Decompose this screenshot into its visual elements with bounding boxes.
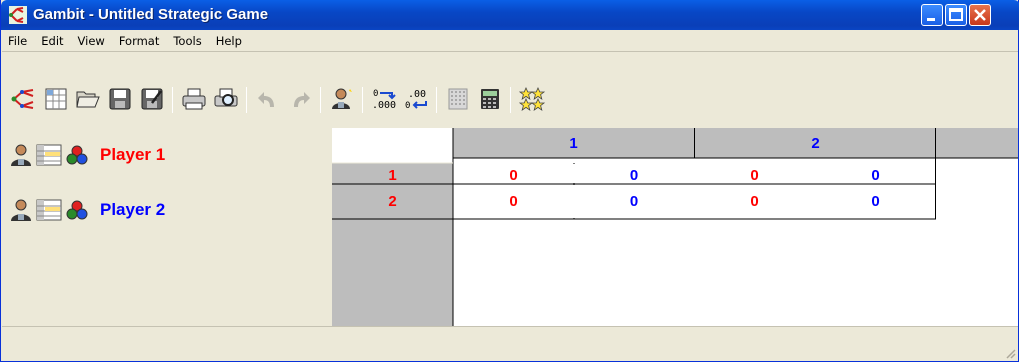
strategy-table-icon[interactable]: [36, 199, 62, 221]
player-person-icon[interactable]: [10, 144, 32, 166]
close-icon: [974, 9, 986, 21]
menu-format[interactable]: Format: [119, 34, 160, 48]
equilibria-button[interactable]: [518, 85, 546, 113]
svg-text:.00: .00: [408, 89, 426, 100]
player-row: Player 1: [10, 140, 165, 170]
menu-tools[interactable]: Tools: [173, 34, 201, 48]
menu-file[interactable]: File: [8, 34, 27, 48]
player-2-name[interactable]: Player 2: [100, 200, 165, 220]
print-preview-button[interactable]: [212, 85, 240, 113]
svg-text:0: 0: [405, 101, 410, 111]
add-player-icon: [332, 88, 352, 109]
decimal-more-button[interactable]: 0.000: [370, 85, 398, 113]
toolbar-separator: [510, 87, 511, 113]
add-player-button[interactable]: [328, 85, 356, 113]
player-color-icon[interactable]: [66, 199, 88, 221]
decimal-less-icon: .000: [405, 89, 427, 111]
maximize-button[interactable]: [945, 4, 967, 26]
redo-icon: [294, 92, 310, 107]
column-strategy-header[interactable]: 1: [453, 128, 694, 158]
payoff-cell-p2[interactable]: 0: [815, 166, 936, 184]
app-window: Gambit - Untitled Strategic Game File Ed…: [0, 0, 1019, 362]
save-icon: [109, 88, 131, 110]
player-1-name[interactable]: Player 1: [100, 145, 165, 165]
player-panel: Player 1 Player 2: [2, 128, 332, 326]
toolbar-separator: [320, 87, 321, 113]
toolbar-separator: [172, 87, 173, 113]
column-strategy-header[interactable]: 2: [695, 128, 936, 158]
player-person-icon[interactable]: [10, 199, 32, 221]
svg-text:0: 0: [373, 89, 378, 99]
undo-icon: [258, 92, 274, 107]
window-title: Gambit - Untitled Strategic Game: [33, 6, 269, 23]
minimize-button[interactable]: [921, 4, 943, 26]
redo-button[interactable]: [286, 85, 314, 113]
title-bar[interactable]: Gambit - Untitled Strategic Game: [1, 0, 1019, 30]
menu-edit[interactable]: Edit: [41, 34, 63, 48]
resize-grip-icon[interactable]: [1004, 347, 1016, 359]
payoff-cell-p2[interactable]: 0: [815, 191, 936, 211]
save-as-icon: [141, 88, 163, 110]
toolbar: 0.000 .00 0: [2, 53, 1018, 128]
undo-button[interactable]: [254, 85, 282, 113]
player-row: Player 2: [10, 195, 165, 225]
payoff-cell-p1[interactable]: 0: [694, 166, 815, 184]
dominance-icon: [448, 88, 468, 110]
app-icon: [9, 6, 27, 24]
payoff-cell-p1[interactable]: 0: [694, 191, 815, 211]
status-bar: [2, 326, 1018, 361]
save-as-button[interactable]: [138, 85, 166, 113]
strategy-table-icon[interactable]: [36, 144, 62, 166]
print-button[interactable]: [180, 85, 208, 113]
row-strategy-header[interactable]: 2: [332, 191, 453, 211]
close-button[interactable]: [969, 4, 991, 26]
open-button[interactable]: [74, 85, 102, 113]
calculator-icon: [481, 89, 499, 109]
payoff-table: 1 2 1 2 0 0 0 0 0 0 0 0: [332, 128, 1018, 326]
toolbar-separator: [246, 87, 247, 113]
new-table-icon: [45, 88, 67, 110]
payoff-cell-p2[interactable]: 0: [574, 166, 694, 184]
dominance-button[interactable]: [444, 85, 472, 113]
toolbar-separator: [436, 87, 437, 113]
print-icon: [182, 88, 206, 110]
menu-view[interactable]: View: [78, 34, 105, 48]
open-icon: [76, 91, 100, 108]
svg-text:.000: .000: [372, 100, 396, 111]
decimal-less-button[interactable]: .00 0: [402, 85, 430, 113]
payoff-cell-p2[interactable]: 0: [574, 191, 694, 211]
player-color-icon[interactable]: [66, 144, 88, 166]
print-preview-icon: [214, 88, 238, 107]
row-strategy-header[interactable]: 1: [332, 166, 453, 184]
new-tree-button[interactable]: [10, 85, 38, 113]
decimal-more-icon: 0.000: [372, 89, 396, 111]
calculator-button[interactable]: [476, 85, 504, 113]
save-button[interactable]: [106, 85, 134, 113]
equilibria-icon: [519, 87, 545, 111]
menu-bar: File Edit View Format Tools Help: [2, 30, 1018, 52]
menu-help[interactable]: Help: [216, 34, 242, 48]
payoff-cell-p1[interactable]: 0: [453, 166, 574, 184]
toolbar-separator: [362, 87, 363, 113]
minimize-icon: [927, 18, 935, 21]
new-table-button[interactable]: [42, 85, 70, 113]
maximize-icon: [949, 8, 963, 21]
new-tree-icon: [11, 89, 34, 109]
payoff-cell-p1[interactable]: 0: [453, 191, 574, 211]
